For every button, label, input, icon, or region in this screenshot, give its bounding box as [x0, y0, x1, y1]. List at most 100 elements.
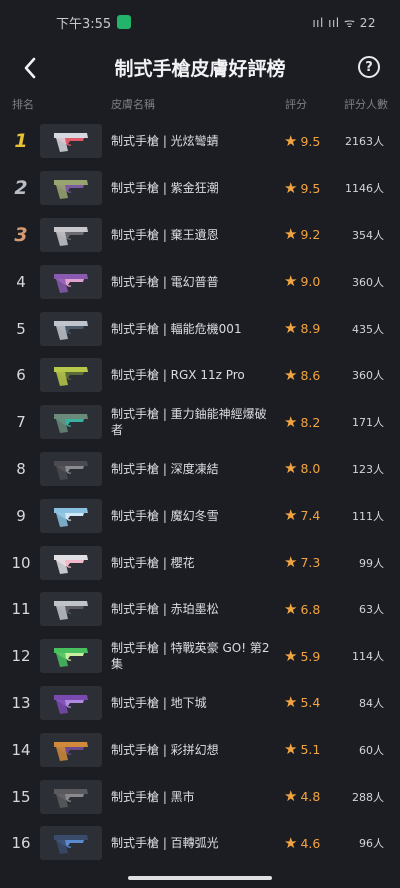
skin-score: ★ 7.4 — [284, 508, 320, 524]
star-icon: ★ — [284, 319, 298, 338]
skin-score: ★ 4.8 — [284, 789, 320, 805]
rank-number: 16 — [11, 834, 31, 853]
rating-count: 2163人 — [345, 135, 384, 149]
pistol-icon — [54, 554, 88, 574]
rank-number: 2 — [14, 177, 28, 200]
list-item[interactable]: 13 制式手槍 | 地下城 ★ 5.4 84人 — [0, 680, 400, 727]
skin-name: 制式手槍 | 櫻花 — [111, 555, 195, 570]
list-item[interactable]: 9 制式手槍 | 魔幻冬雪 ★ 7.4 111人 — [0, 492, 400, 539]
skin-score: ★ 9.5 — [284, 133, 321, 149]
star-icon: ★ — [284, 225, 298, 244]
skin-thumbnail — [40, 732, 102, 767]
skin-name: 制式手槍 | 黑市 — [111, 789, 195, 804]
skin-thumbnail — [40, 545, 102, 580]
score-value: 5.9 — [300, 648, 321, 664]
score-value: 8.6 — [300, 367, 321, 383]
rank-number: 7 — [16, 413, 26, 432]
skin-score: ★ 5.1 — [284, 742, 320, 758]
skin-score: ★ 9.5 — [284, 178, 320, 197]
list-item[interactable]: 12 制式手槍 | 特戰英豪 GO! 第2集 ★ 5.9 114人 — [0, 633, 400, 680]
skin-score: ★ 8.6 — [284, 367, 321, 383]
app-notification-icon — [117, 15, 132, 29]
star-icon: ★ — [284, 178, 298, 197]
skin-thumbnail — [40, 405, 102, 440]
star-icon: ★ — [284, 599, 298, 618]
score-value: 5.4 — [300, 695, 321, 711]
rating-count: 354人 — [352, 228, 384, 242]
skin-score: ★ 9.0 — [284, 272, 320, 291]
rating-count: 60人 — [359, 743, 384, 757]
list-item[interactable]: 2 制式手槍 | 紫金狂潮 ★ 9.5 1146人 — [0, 165, 400, 212]
rank-number: 4 — [16, 272, 26, 291]
score-value: 9.5 — [300, 133, 321, 149]
star-icon: ★ — [284, 553, 298, 572]
list-item[interactable]: 1 制式手槍 | 光炫彎蜻 ★ 9.5 2163人 — [0, 118, 400, 165]
skin-thumbnail — [40, 311, 102, 346]
score-value: 8.2 — [300, 414, 321, 430]
rank-number: 6 — [16, 366, 26, 385]
list-item[interactable]: 3 制式手槍 | 棄王遺恩 ★ 9.2 354人 — [0, 212, 400, 259]
column-count: 評分人數 — [344, 98, 388, 111]
star-icon: ★ — [284, 272, 298, 291]
skin-thumbnail — [40, 498, 102, 533]
star-icon: ★ — [284, 459, 298, 478]
rank-number: 13 — [11, 693, 31, 712]
list-item[interactable]: 8 制式手槍 | 深度凍結 ★ 8.0 123人 — [0, 446, 400, 493]
skin-thumbnail — [40, 124, 102, 159]
list-item[interactable]: 11 制式手槍 | 赤珀墨松 ★ 6.8 63人 — [0, 586, 400, 633]
skin-name: 制式手槍 | 重力鈾能神經爆破者 — [111, 407, 267, 438]
rating-count: 360人 — [352, 275, 384, 289]
pistol-icon — [54, 133, 88, 153]
skin-name: 制式手槍 | 紫金狂潮 — [111, 181, 219, 196]
score-value: 6.8 — [300, 601, 321, 617]
skin-score: ★ 8.9 — [284, 319, 321, 338]
list-item[interactable]: 4 制式手槍 | 電幻普普 ★ 9.0 360人 — [0, 258, 400, 305]
skin-score: ★ 9.2 — [284, 225, 320, 244]
skin-score: ★ 5.9 — [284, 648, 321, 664]
skin-name: 制式手槍 | 特戰英豪 GO! 第2集 — [111, 641, 270, 672]
header: 制式手槍皮膚好評榜 ? — [0, 44, 400, 90]
chevron-left-icon — [24, 57, 36, 79]
list-item[interactable]: 15 制式手槍 | 黑市 ★ 4.8 288人 — [0, 773, 400, 820]
score-value: 8.9 — [300, 321, 321, 337]
help-icon[interactable]: ? — [358, 56, 380, 78]
skin-score: ★ 8.2 — [284, 412, 321, 431]
skin-thumbnail — [40, 358, 102, 393]
rank-number: 9 — [16, 506, 26, 525]
skin-score: ★ 4.6 — [284, 835, 320, 851]
list-item[interactable]: 14 制式手槍 | 彩拼幻想 ★ 5.1 60人 — [0, 726, 400, 773]
skin-name: 制式手槍 | 深度凍結 — [111, 461, 219, 476]
pistol-icon — [54, 835, 88, 855]
star-icon: ★ — [284, 693, 298, 712]
rating-count: 435人 — [352, 322, 384, 336]
pistol-icon — [54, 273, 88, 293]
column-score: 評分 — [285, 98, 307, 111]
skin-thumbnail — [40, 779, 102, 814]
status-bar: 下午3:55 ııl ııl ᯤ 22 — [0, 0, 400, 44]
rating-count: 288人 — [352, 790, 384, 804]
ranking-list: 1 制式手槍 | 光炫彎蜻 ★ 9.5 2163人 2 制式手槍 | 紫金狂潮 ★ 9.5 114… — [0, 118, 400, 867]
pistol-icon — [54, 226, 88, 246]
skin-score: ★ 7.3 — [284, 553, 321, 572]
score-value: 7.3 — [300, 555, 321, 571]
skin-thumbnail — [40, 451, 102, 486]
rating-count: 114人 — [352, 650, 384, 664]
star-icon: ★ — [284, 412, 298, 431]
list-item[interactable]: 7 制式手槍 | 重力鈾能神經爆破者 ★ 8.2 171人 — [0, 399, 400, 446]
rank-number: 12 — [11, 647, 31, 666]
rank-number: 15 — [11, 787, 31, 806]
skin-thumbnail — [40, 264, 102, 299]
home-indicator[interactable] — [128, 876, 272, 880]
pistol-icon — [54, 648, 88, 668]
skin-thumbnail — [40, 685, 102, 720]
back-button[interactable] — [16, 54, 44, 82]
skin-thumbnail — [40, 592, 102, 627]
pistol-icon — [54, 507, 88, 527]
list-item[interactable]: 16 制式手槍 | 百轉弧光 ★ 4.6 96人 — [0, 820, 400, 867]
list-item[interactable]: 10 制式手槍 | 櫻花 ★ 7.3 99人 — [0, 539, 400, 586]
list-item[interactable]: 5 制式手槍 | 輻能危機001 ★ 8.9 435人 — [0, 305, 400, 352]
skin-thumbnail — [40, 217, 102, 252]
rank-number: 5 — [16, 319, 26, 338]
skin-thumbnail — [40, 826, 102, 861]
list-item[interactable]: 6 制式手槍 | RGX 11z Pro ★ 8.6 360人 — [0, 352, 400, 399]
